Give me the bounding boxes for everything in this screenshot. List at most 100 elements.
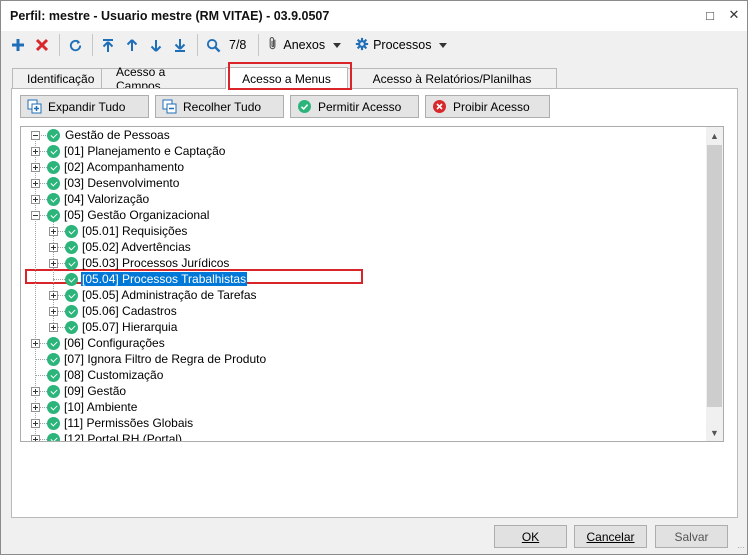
check-circle-icon[interactable]: [65, 321, 78, 334]
tree-item-label[interactable]: [05.03] Processos Jurídicos: [81, 256, 230, 270]
expand-toggle[interactable]: [31, 387, 40, 396]
tree-item-label[interactable]: [01] Planejamento e Captação: [63, 144, 226, 158]
expand-toggle[interactable]: [49, 291, 58, 300]
dialog-footer: OK Cancelar Salvar ⋯: [1, 521, 747, 554]
toolbar-separator: [92, 34, 93, 56]
expand-toggle[interactable]: [31, 339, 40, 348]
window-title: Perfil: mestre - Usuario mestre (RM VITA…: [10, 9, 330, 23]
allow-access-button[interactable]: Permitir Acesso: [290, 95, 419, 118]
menu-tree: Gestão de Pessoas [01] Planejamento e Ca…: [21, 127, 705, 441]
add-icon[interactable]: [7, 34, 29, 56]
check-circle-icon[interactable]: [47, 129, 60, 142]
check-circle-icon[interactable]: [47, 161, 60, 174]
check-circle-icon[interactable]: [65, 257, 78, 270]
tab-identificacao[interactable]: Identificação: [12, 68, 102, 89]
tree-item-label[interactable]: [04] Valorização: [63, 192, 150, 206]
deny-access-button[interactable]: Proibir Acesso: [425, 95, 550, 118]
expand-all-icon: [27, 99, 42, 114]
close-button[interactable]: ✕: [727, 7, 741, 22]
expand-toggle[interactable]: [31, 179, 40, 188]
expand-toggle[interactable]: [31, 435, 40, 441]
expand-toggle[interactable]: [31, 147, 40, 156]
check-circle-icon[interactable]: [47, 209, 60, 222]
refresh-icon[interactable]: [64, 34, 86, 56]
scroll-down-arrow-icon[interactable]: ▼: [706, 424, 723, 441]
tree-item-label[interactable]: [05.07] Hierarquia: [81, 320, 178, 334]
scrollbar-thumb[interactable]: [707, 145, 722, 407]
tree-item-label[interactable]: [06] Configurações: [63, 336, 166, 350]
tree-item-label[interactable]: [05.01] Requisições: [81, 224, 188, 238]
menu-access-panel: Expandir Tudo Recolher Tudo Permitir Ace…: [11, 88, 738, 518]
vertical-scrollbar[interactable]: ▲ ▼: [706, 127, 723, 441]
previous-record-icon[interactable]: [121, 34, 143, 56]
tree-item-label[interactable]: [12] Portal RH (Portal): [63, 432, 183, 441]
check-circle-icon[interactable]: [47, 145, 60, 158]
tree-item-label[interactable]: [05.02] Advertências: [81, 240, 192, 254]
tree-item-label[interactable]: [10] Ambiente: [63, 400, 138, 414]
ok-button[interactable]: OK: [494, 525, 567, 548]
expand-toggle[interactable]: [31, 419, 40, 428]
tree-item-label[interactable]: [08] Customização: [63, 368, 164, 382]
tree-item-label[interactable]: [05.04] Processos Trabalhistas: [81, 272, 248, 286]
check-circle-icon[interactable]: [65, 273, 78, 286]
expand-toggle[interactable]: [31, 403, 40, 412]
tree-actions: Expandir Tudo Recolher Tudo Permitir Ace…: [20, 95, 550, 118]
search-icon[interactable]: [202, 34, 224, 56]
check-circle-icon[interactable]: [47, 401, 60, 414]
collapse-toggle[interactable]: [31, 211, 40, 220]
tree-item-label[interactable]: [11] Permissões Globais: [63, 416, 194, 430]
processes-menu[interactable]: Processos: [355, 34, 448, 56]
expand-toggle[interactable]: [49, 243, 58, 252]
attachments-menu[interactable]: Anexos: [267, 34, 342, 56]
check-circle-icon: [297, 99, 312, 114]
check-circle-icon[interactable]: [65, 241, 78, 254]
delete-icon[interactable]: [31, 34, 53, 56]
chevron-down-icon: [439, 42, 448, 48]
expand-toggle[interactable]: [49, 307, 58, 316]
tab-acesso-relatorios[interactable]: Acesso à Relatórios/Planilhas: [347, 68, 557, 89]
allow-access-label: Permitir Acesso: [318, 99, 402, 114]
check-circle-icon[interactable]: [47, 193, 60, 206]
collapse-toggle[interactable]: [31, 131, 40, 140]
tree-item-label[interactable]: [03] Desenvolvimento: [63, 176, 180, 190]
tab-acesso-campos[interactable]: Acesso a Campos: [101, 65, 226, 93]
check-circle-icon[interactable]: [47, 369, 60, 382]
cancel-button[interactable]: Cancelar: [574, 525, 647, 548]
expand-all-button[interactable]: Expandir Tudo: [20, 95, 149, 118]
toolbar-separator: [59, 34, 60, 56]
scroll-up-arrow-icon[interactable]: ▲: [706, 127, 723, 144]
check-circle-icon[interactable]: [47, 353, 60, 366]
expand-toggle[interactable]: [31, 195, 40, 204]
processes-label: Processos: [373, 38, 432, 52]
check-circle-icon[interactable]: [65, 225, 78, 238]
collapse-all-button[interactable]: Recolher Tudo: [155, 95, 284, 118]
menu-tree-view[interactable]: Gestão de Pessoas [01] Planejamento e Ca…: [20, 126, 724, 442]
tree-item-label[interactable]: [05.06] Cadastros: [81, 304, 178, 318]
save-button[interactable]: Salvar: [655, 525, 728, 548]
check-circle-icon[interactable]: [47, 337, 60, 350]
restore-button[interactable]: □: [703, 8, 717, 23]
check-circle-icon[interactable]: [65, 305, 78, 318]
last-record-icon[interactable]: [169, 34, 191, 56]
expand-toggle[interactable]: [49, 259, 58, 268]
check-circle-icon[interactable]: [65, 289, 78, 302]
dialog-window: Perfil: mestre - Usuario mestre (RM VITA…: [0, 0, 748, 555]
deny-access-label: Proibir Acesso: [453, 99, 530, 114]
check-circle-icon[interactable]: [47, 177, 60, 190]
expand-toggle[interactable]: [49, 323, 58, 332]
tree-item-label[interactable]: [02] Acompanhamento: [63, 160, 185, 174]
check-circle-icon[interactable]: [47, 417, 60, 430]
expand-toggle[interactable]: [49, 227, 58, 236]
check-circle-icon[interactable]: [47, 433, 60, 441]
next-record-icon[interactable]: [145, 34, 167, 56]
tree-item-label[interactable]: [09] Gestão: [63, 384, 127, 398]
check-circle-icon[interactable]: [47, 385, 60, 398]
tree-item-label[interactable]: [05] Gestão Organizacional: [63, 208, 210, 222]
resize-grip-icon: ⋯: [737, 543, 745, 552]
chevron-down-icon: [333, 42, 342, 48]
tree-item-root[interactable]: Gestão de Pessoas: [64, 128, 171, 142]
tree-item-label[interactable]: [07] Ignora Filtro de Regra de Produto: [63, 352, 267, 366]
tree-item-label[interactable]: [05.05] Administração de Tarefas: [81, 288, 258, 302]
expand-toggle[interactable]: [31, 163, 40, 172]
first-record-icon[interactable]: [97, 34, 119, 56]
